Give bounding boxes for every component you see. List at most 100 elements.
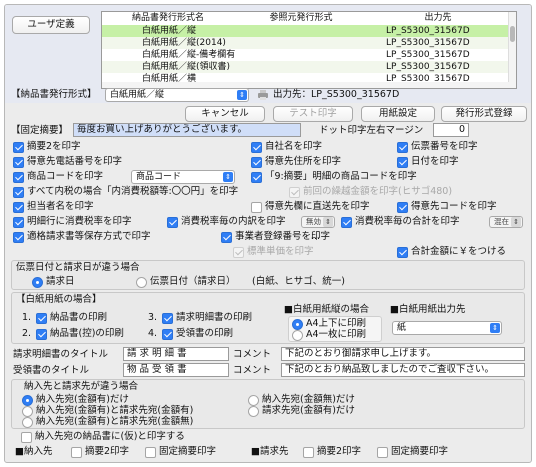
col-header-ref[interactable]: 参照元発行形式 [234, 12, 368, 24]
table-row[interactable]: 白紙用紙／縦(領収書) LP_S5300_31567D [102, 61, 510, 73]
blank-o3-label: 請求明細書の印刷 [176, 312, 253, 323]
tax-breakdown-checkbox[interactable] [167, 217, 178, 228]
slip-date-radio-2[interactable] [136, 277, 147, 288]
bottom-group2-label: ■請求先 [251, 446, 289, 457]
row-name: 白紙用紙／縦-備考欄有 [142, 50, 236, 60]
slip-date-opt2: 伝票日付（請求日） [150, 276, 236, 287]
blank-o1-num: 1. [22, 312, 32, 323]
dest-radio-l1[interactable] [22, 395, 33, 406]
dest-radio-r1[interactable] [248, 395, 259, 406]
paper-dest-select[interactable]: 紙 ⇕ [392, 321, 502, 335]
blank-o3-checkbox[interactable] [162, 313, 173, 324]
table-row[interactable]: 白紙用紙／縦(2014) LP_S5300_31567D [102, 37, 510, 49]
company-name-checkbox[interactable] [251, 142, 262, 153]
cust-phone-label: 得意先電話番号を印字 [27, 156, 123, 167]
table-vscrollbar[interactable] [508, 12, 516, 88]
paper-setting-button[interactable]: 用紙設定 [361, 106, 435, 122]
chevron-updown-icon: ⇕ [490, 323, 500, 333]
dest-section: 納入先と請求先が違う場合 納入先宛(金額有)だけ 納入先宛(金額有)と請求先宛(… [11, 379, 525, 429]
tax-in-label: すべて内税の場合「内消費税額等:〇〇円」を印字 [27, 186, 239, 197]
g1-teki2-checkbox[interactable] [71, 447, 82, 458]
product-code-label: 商品コードを印字 [27, 171, 104, 182]
cancel-button[interactable]: キャンセル [185, 106, 265, 122]
slip-date-section: 伝票日付と請求日が違う場合 請求日 伝票日付（請求日） (白紙、ヒサゴ、統一) [11, 260, 525, 290]
format-select[interactable]: 白紙用紙／縦 ⇕ [105, 88, 249, 102]
tax-total-label: 消費税率毎の合計を印字 [355, 216, 460, 227]
g1-fixed-checkbox[interactable] [145, 447, 156, 458]
cust-address-checkbox[interactable] [251, 157, 262, 168]
slip-no-checkbox[interactable] [397, 142, 408, 153]
invoice-keep-checkbox[interactable] [13, 232, 24, 243]
date-checkbox[interactable] [397, 157, 408, 168]
prev-balance-checkbox[interactable] [289, 187, 300, 198]
scroll-thumb[interactable] [510, 26, 515, 42]
date-label: 日付を印字 [411, 156, 459, 167]
format-table[interactable]: 納品書発行形式名 参照元発行形式 出力先 白紙用紙／縦 LP_S5300_315… [101, 11, 517, 89]
cust-code-checkbox[interactable] [397, 202, 408, 213]
g2-teki2-label: 摘要2印字 [317, 446, 362, 457]
yen-mark-checkbox[interactable] [397, 247, 408, 258]
table-row[interactable]: 白紙用紙／縦-備考欄有 LP_S5300_31567D [102, 49, 510, 61]
tax-total-checkbox[interactable] [341, 217, 352, 228]
unit-price-checkbox[interactable] [233, 247, 244, 258]
comment2-input[interactable]: 下記のとおり納品致しましたのでご査収下さい。 [281, 363, 525, 377]
slip-no-label: 伝票番号を印字 [411, 141, 478, 152]
blank-o2-num: 2. [22, 328, 32, 339]
blank-o3-num: 3. [148, 312, 158, 323]
blank-o1-checkbox[interactable] [36, 313, 47, 324]
fixed-summary-input[interactable]: 毎度お買い上げありがとうございます。 [73, 123, 301, 137]
row-out: LP_S5300_31567D [386, 26, 470, 36]
format-label: 【納品書発行形式】 [11, 89, 97, 100]
product-code-select-value: 商品コード [136, 172, 182, 182]
direct-send-checkbox[interactable] [251, 202, 262, 213]
teki9-checkbox[interactable] [251, 172, 262, 183]
margin-input[interactable]: 0 [433, 123, 469, 137]
company-name-label: 自社名を印字 [265, 141, 323, 152]
cust-phone-checkbox[interactable] [13, 157, 24, 168]
table-row[interactable]: 白紙用紙／縦 LP_S5300_31567D [102, 25, 510, 37]
margin-label: ドット印字左右マージン [319, 125, 424, 136]
unit-price-label: 標準単価を印字 [247, 246, 314, 257]
comment2-label: コメント [233, 365, 272, 376]
dest-radio-l2[interactable] [22, 406, 33, 417]
dest-radio-r2[interactable] [248, 406, 259, 417]
g2-teki2-checkbox[interactable] [303, 447, 314, 458]
g2-fixed-checkbox[interactable] [377, 447, 388, 458]
person-label: 担当者名を印字 [27, 201, 94, 212]
dest-section-title: 納入先と請求先が違う場合 [24, 381, 139, 392]
product-code-select[interactable]: 商品コード ⇕ [131, 170, 235, 184]
tax-in-checkbox[interactable] [13, 187, 24, 198]
receipt-title-label: 受領書のタイトル [13, 365, 90, 376]
tax-breakdown-select-value: 無効 [306, 217, 321, 226]
provisional-checkbox[interactable] [21, 432, 32, 443]
g1-teki2-label: 摘要2印字 [85, 446, 130, 457]
register-button[interactable]: 発行形式登録 [441, 106, 527, 122]
line-tax-checkbox[interactable] [13, 217, 24, 228]
invoice-title-input[interactable]: 請 求 明 細 書 [123, 347, 229, 361]
person-checkbox[interactable] [13, 202, 24, 213]
blank-o4-checkbox[interactable] [162, 329, 173, 340]
product-code-checkbox[interactable] [13, 172, 24, 183]
chevron-updown-icon: ⇕ [223, 172, 233, 182]
cust-address-label: 得意先住所を印字 [265, 156, 342, 167]
user-def-button[interactable]: ユーザ定義 [12, 16, 90, 34]
size-radio-1[interactable] [292, 319, 303, 330]
reg-no-checkbox[interactable] [221, 232, 232, 243]
col-header-name[interactable]: 納品書発行形式名 [102, 12, 234, 24]
slip-date-radio-1[interactable] [32, 277, 43, 288]
tax-total-select[interactable]: 混在 ⇕ [489, 216, 523, 228]
cust-code-label: 得意先コードを印字 [411, 201, 497, 212]
tax-total-select-value: 混在 [494, 217, 509, 226]
tax-breakdown-select[interactable]: 無効 ⇕ [301, 216, 335, 228]
dest-radio-l3[interactable] [22, 417, 33, 428]
comment1-input[interactable]: 下記のとおり御請求申し上げます。 [281, 347, 525, 361]
test-print-button[interactable]: テスト印字 [273, 106, 353, 122]
yen-mark-label: 合計金額に￥をつける [411, 246, 507, 257]
teki2-checkbox[interactable] [13, 142, 24, 153]
col-header-out[interactable]: 出力先 [368, 12, 508, 24]
receipt-title-input[interactable]: 物 品 受 領 書 [123, 363, 229, 377]
blank-o2-checkbox[interactable] [36, 329, 47, 340]
top-section: ユーザ定義 納品書発行形式名 参照元発行形式 出力先 白紙用紙／縦 LP_S53… [5, 5, 531, 103]
blank-o1-label: 納品書の印刷 [50, 312, 108, 323]
size-radio-2[interactable] [292, 330, 303, 341]
